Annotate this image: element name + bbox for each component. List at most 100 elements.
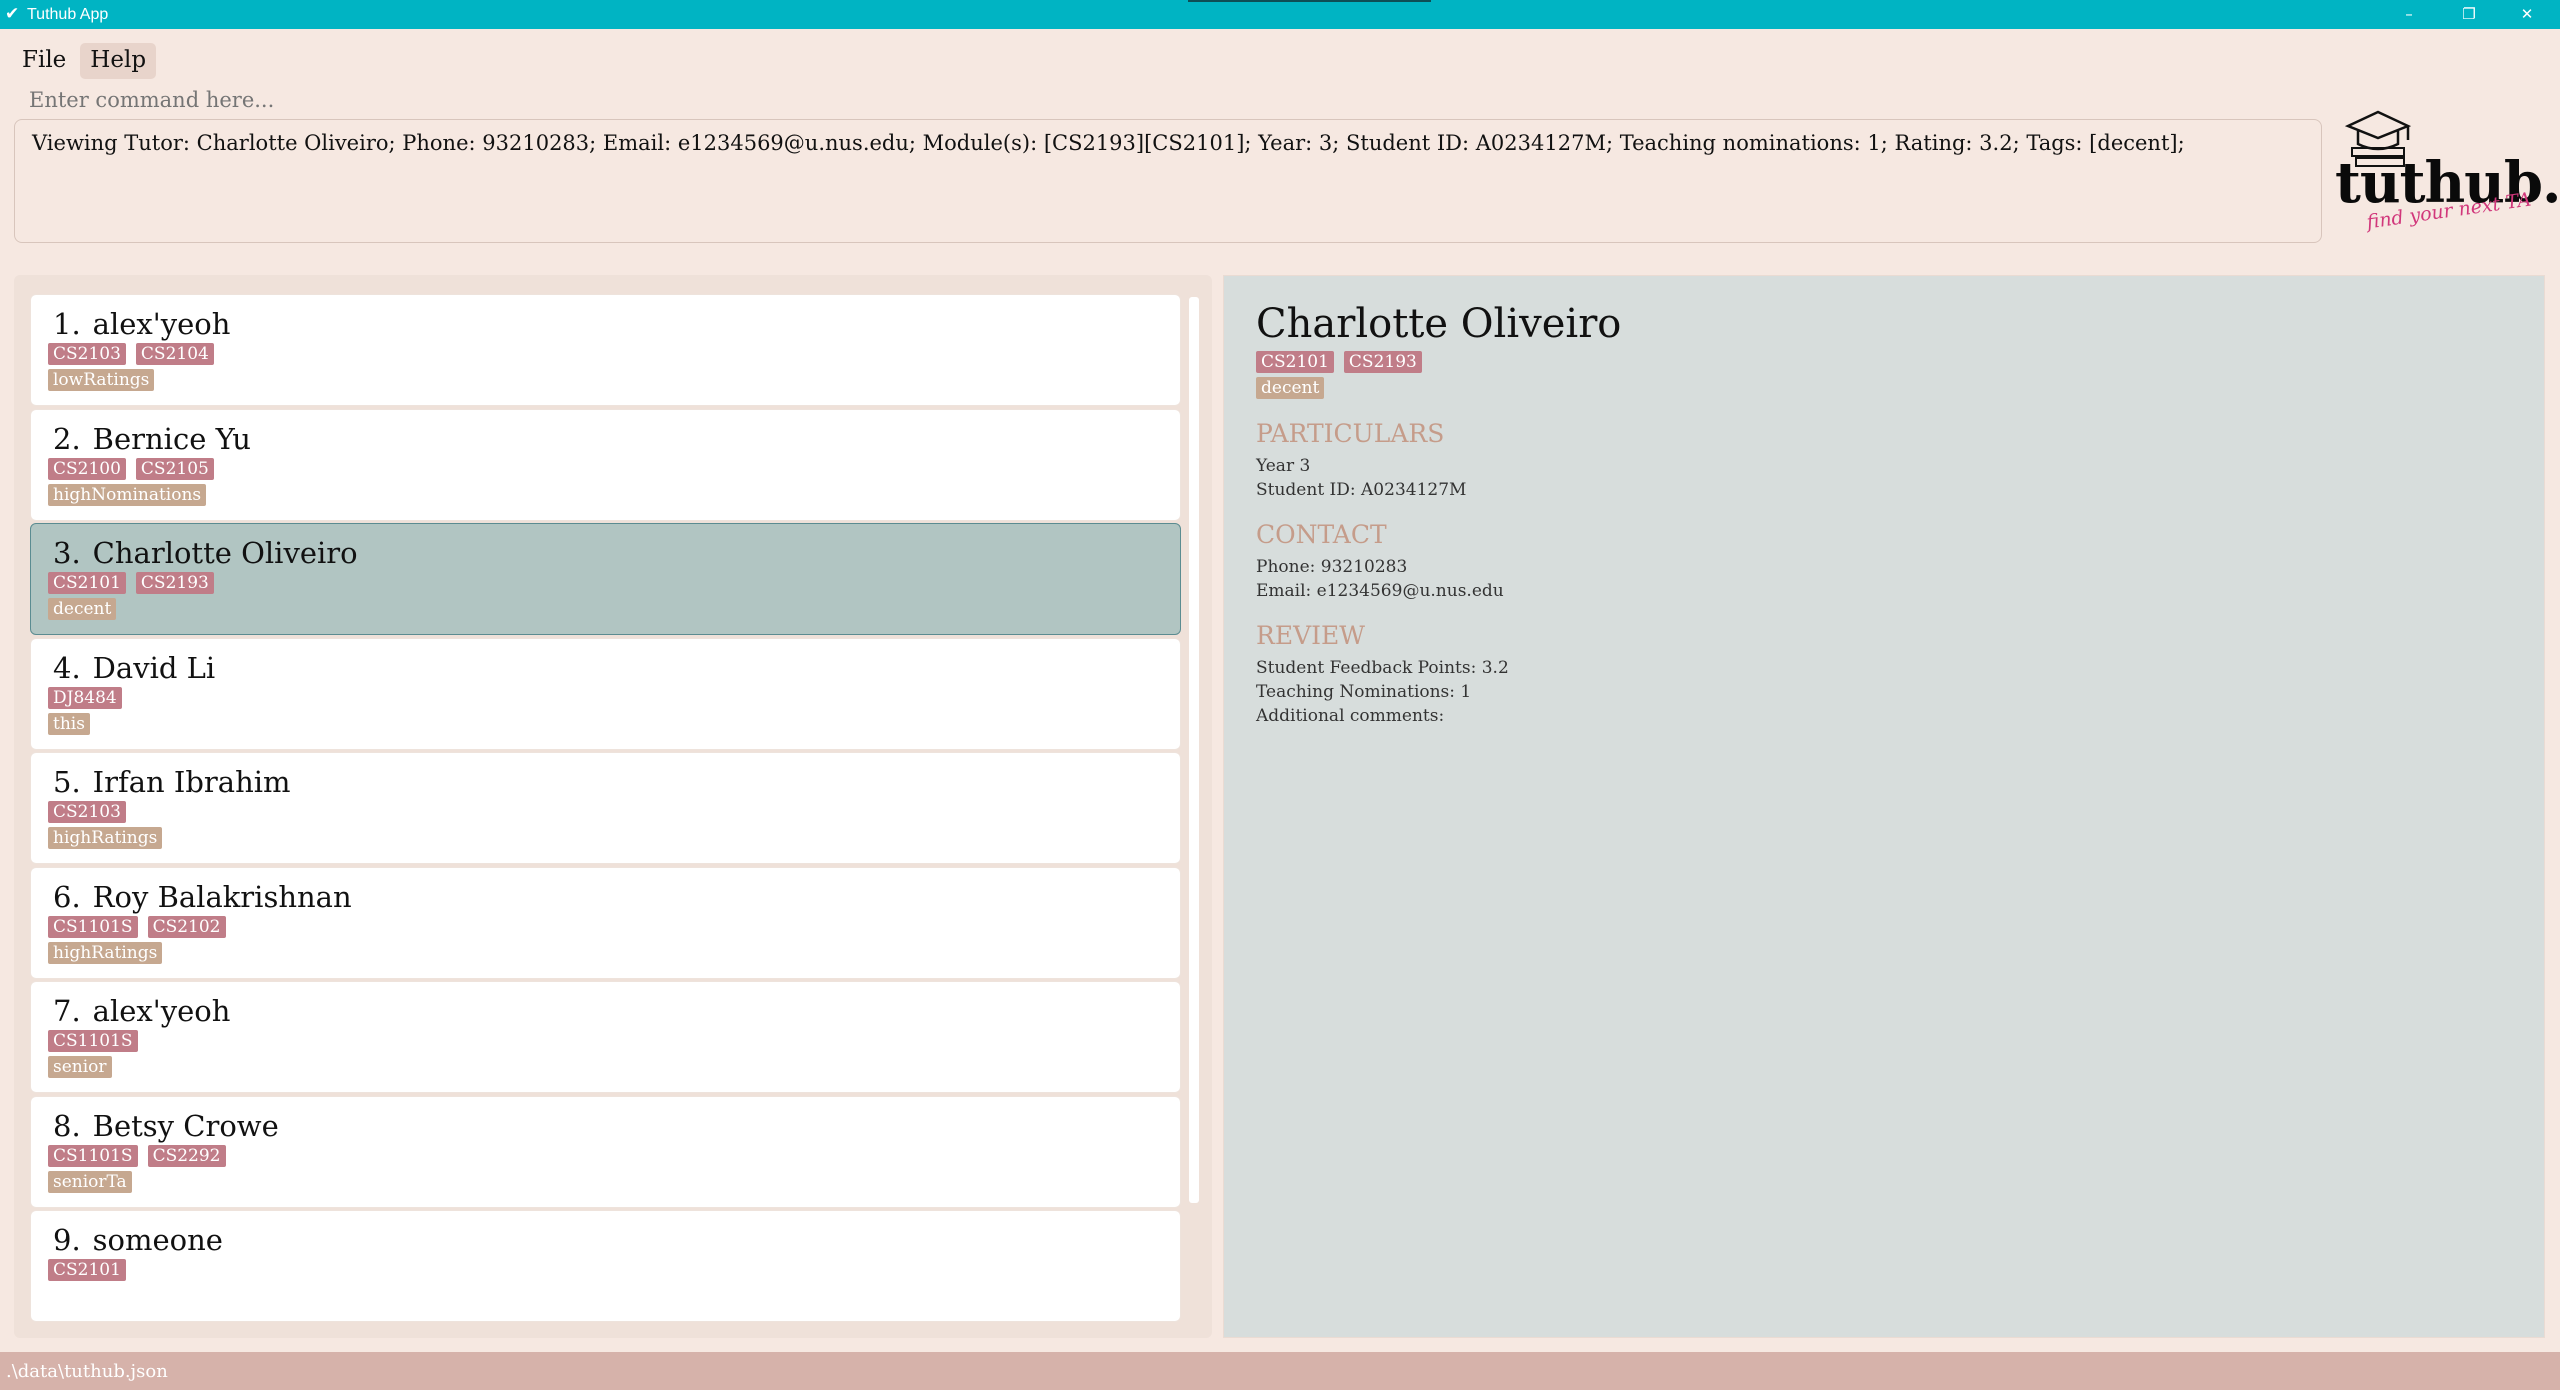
menu-bar: File Help — [12, 43, 157, 79]
label-tag: decent — [48, 598, 117, 620]
detail-nominations: Teaching Nominations: 1 — [1256, 682, 1472, 702]
detail-comments: Additional comments: — [1256, 706, 1445, 726]
module-tags: CS1101S — [48, 1030, 138, 1052]
tutor-card[interactable]: 5. Irfan Ibrahim CS2103 highRatings — [30, 752, 1181, 864]
tutor-index: 2. — [53, 422, 81, 456]
drag-handle[interactable] — [1188, 0, 1431, 2]
label-tag: highRatings — [48, 942, 163, 964]
module-tags: CS1101S CS2102 — [48, 916, 226, 938]
tutor-name: 3. Charlotte Oliveiro — [53, 536, 358, 570]
module-tag: CS2100 — [48, 458, 126, 480]
tutor-name: 8. Betsy Crowe — [53, 1109, 279, 1143]
module-tag: CS2105 — [135, 458, 214, 480]
data-file-path: .\data\tuthub.json — [6, 1361, 168, 1382]
tutor-name: 1. alex'yeoh — [53, 307, 230, 341]
minimize-button[interactable]: – — [2380, 0, 2438, 29]
tutor-name: 7. alex'yeoh — [53, 994, 230, 1028]
tutor-name-text: Bernice Yu — [92, 422, 251, 456]
tutor-index: 4. — [53, 651, 81, 685]
tutor-name-text: Roy Balakrishnan — [92, 880, 352, 914]
maximize-button[interactable]: ❐ — [2440, 0, 2498, 29]
tutor-name: 9. someone — [53, 1223, 223, 1257]
status-bar: .\data\tuthub.json — [0, 1352, 2560, 1390]
menu-file[interactable]: File — [12, 43, 76, 79]
detail-module-tag: CS2193 — [1343, 351, 1422, 373]
menu-help[interactable]: Help — [80, 43, 157, 79]
label-tag: this — [48, 713, 90, 735]
tutor-index: 1. — [53, 307, 81, 341]
label-tags: highRatings — [48, 942, 163, 964]
label-tag: seniorTa — [48, 1171, 132, 1193]
command-input[interactable] — [14, 84, 2304, 116]
review-heading: REVIEW — [1256, 621, 1365, 650]
tutor-index: 3. — [53, 536, 81, 570]
close-button[interactable]: ✕ — [2498, 0, 2556, 29]
tutor-name-text: David Li — [92, 651, 216, 685]
detail-name: Charlotte Oliveiro — [1256, 301, 1622, 347]
tutor-name-text: someone — [92, 1223, 223, 1257]
tutor-name-text: Charlotte Oliveiro — [92, 536, 358, 570]
module-tag: CS2101 — [48, 572, 126, 594]
tutor-detail-panel: Charlotte Oliveiro CS2101 CS2193 decent P… — [1223, 275, 2545, 1338]
detail-student-id: Student ID: A0234127M — [1256, 480, 1467, 500]
module-tag: CS1101S — [48, 916, 138, 938]
detail-modules: CS2101 CS2193 — [1256, 351, 1422, 373]
module-tags: DJ8484 — [48, 687, 122, 709]
label-tag: highNominations — [48, 484, 207, 506]
tutor-index: 8. — [53, 1109, 81, 1143]
label-tags: decent — [48, 598, 117, 620]
tutor-name: 6. Roy Balakrishnan — [53, 880, 352, 914]
module-tags: CS2101 — [48, 1259, 126, 1281]
module-tag: CS2101 — [48, 1259, 126, 1281]
module-tag: CS2193 — [135, 572, 214, 594]
tutor-name-text: alex'yeoh — [92, 307, 231, 341]
module-tag: CS1101S — [48, 1030, 138, 1052]
tutor-card[interactable]: 6. Roy Balakrishnan CS1101S CS2102 highRatin… — [30, 867, 1181, 979]
module-tags: CS2103 CS2104 — [48, 343, 214, 365]
detail-email: Email: e1234569@u.nus.edu — [1256, 581, 1504, 601]
detail-feedback: Student Feedback Points: 3.2 — [1256, 658, 1509, 678]
label-tag: highRatings — [48, 827, 163, 849]
tutor-index: 6. — [53, 880, 81, 914]
module-tag: CS2102 — [147, 916, 226, 938]
tutor-name-text: alex'yeoh — [92, 994, 231, 1028]
tutor-card[interactable]: 3. Charlotte Oliveiro CS2101 CS2193 decent — [30, 523, 1181, 635]
label-tags: this — [48, 713, 90, 735]
detail-label-tag: decent — [1256, 377, 1325, 399]
module-tags: CS2101 CS2193 — [48, 572, 214, 594]
tutor-card[interactable]: 1. alex'yeoh CS2103 CS2104 lowRatings — [30, 294, 1181, 406]
module-tag: CS2103 — [48, 343, 126, 365]
module-tag: CS2104 — [135, 343, 214, 365]
module-tag: DJ8484 — [48, 687, 122, 709]
label-tag: lowRatings — [48, 369, 155, 391]
tutor-card[interactable]: 4. David Li DJ8484 this — [30, 638, 1181, 750]
module-tag: CS2292 — [147, 1145, 226, 1167]
tutor-card[interactable]: 8. Betsy Crowe CS1101S CS2292 seniorTa — [30, 1096, 1181, 1208]
tutor-card[interactable]: 9. someone CS2101 — [30, 1210, 1181, 1322]
tutor-index: 7. — [53, 994, 81, 1028]
tutor-card[interactable]: 7. alex'yeoh CS1101S senior — [30, 981, 1181, 1093]
label-tags: lowRatings — [48, 369, 155, 391]
tutor-card[interactable]: 2. Bernice Yu CS2100 CS2105 highNominations — [30, 409, 1181, 521]
list-scrollbar[interactable] — [1189, 297, 1199, 1203]
module-tags: CS2103 — [48, 801, 126, 823]
check-icon: ✔ — [5, 4, 20, 24]
detail-phone: Phone: 93210283 — [1256, 557, 1408, 577]
label-tags: seniorTa — [48, 1171, 132, 1193]
label-tags: highNominations — [48, 484, 207, 506]
tutor-index: 9. — [53, 1223, 81, 1257]
result-display[interactable]: Viewing Tutor: Charlotte Oliveiro; Phone… — [14, 119, 2322, 243]
label-tags: highRatings — [48, 827, 163, 849]
tutor-name: 4. David Li — [53, 651, 215, 685]
tutor-index: 5. — [53, 765, 81, 799]
label-tag: senior — [48, 1056, 112, 1078]
tutor-name: 2. Bernice Yu — [53, 422, 251, 456]
detail-year: Year 3 — [1256, 456, 1311, 476]
module-tags: CS1101S CS2292 — [48, 1145, 226, 1167]
tutor-name-text: Betsy Crowe — [92, 1109, 279, 1143]
tutor-name: 5. Irfan Ibrahim — [53, 765, 291, 799]
module-tags: CS2100 CS2105 — [48, 458, 214, 480]
particulars-heading: PARTICULARS — [1256, 419, 1445, 448]
tuthub-logo: tuthub. find your next TA — [2330, 100, 2560, 240]
module-tag: CS1101S — [48, 1145, 138, 1167]
